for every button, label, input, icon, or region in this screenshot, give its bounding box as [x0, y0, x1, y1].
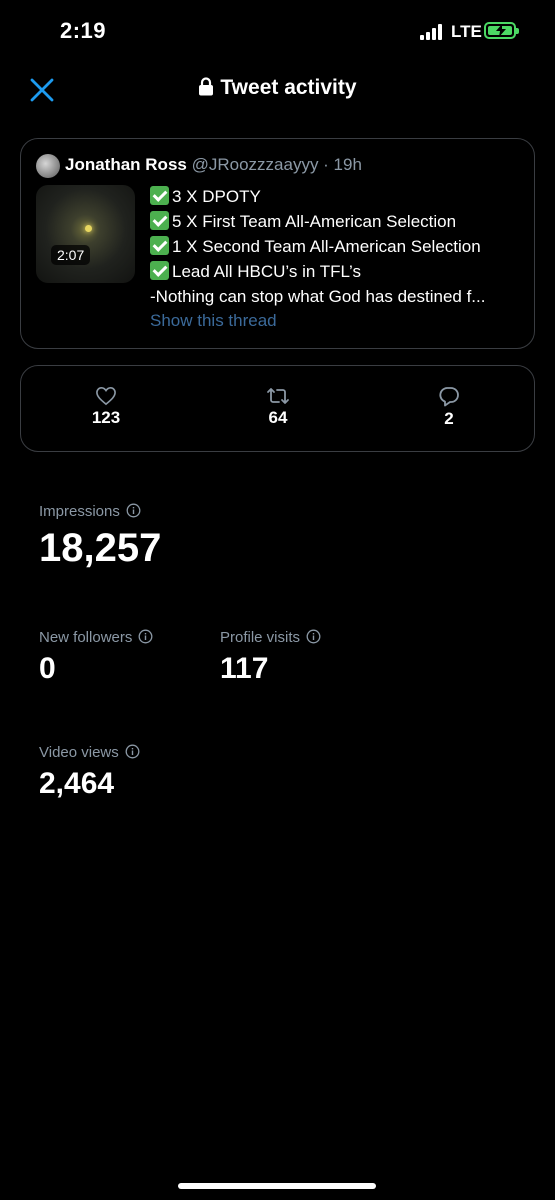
info-icon[interactable]	[125, 744, 140, 759]
impressions-metric: Impressions 18,257	[39, 503, 161, 571]
tweet-text: 3 X DPOTY 5 X First Team All-American Se…	[150, 184, 520, 309]
retweet-icon	[267, 388, 289, 404]
profile-visits-metric: Profile visits 117	[220, 629, 321, 686]
check-mark-icon	[150, 211, 169, 230]
info-icon[interactable]	[138, 629, 153, 644]
tweet-line: -Nothing can stop what God has destined …	[150, 287, 486, 306]
lock-icon	[199, 77, 214, 96]
show-thread-link[interactable]: Show this thread	[150, 311, 277, 331]
new-followers-value: 0	[39, 652, 56, 685]
impressions-value: 18,257	[39, 526, 162, 570]
retweets-count: 64	[268, 408, 288, 427]
tweet-card[interactable]: Jonathan Ross @JRoozzzaayyy · 19h 2:07 3…	[20, 138, 535, 349]
new-followers-label: New followers	[39, 629, 153, 646]
status-time: 2:19	[60, 18, 107, 43]
likes-stat[interactable]: 123	[66, 386, 146, 428]
likes-count: 123	[91, 408, 121, 427]
author-meta: @JRoozzzaayyy · 19h	[191, 155, 362, 174]
battery-charging-icon	[484, 22, 519, 39]
info-icon[interactable]	[126, 503, 141, 518]
avatar[interactable]	[36, 154, 60, 178]
network-type: LTE	[451, 22, 482, 41]
heart-icon	[96, 386, 116, 406]
retweets-stat[interactable]: 64	[238, 386, 318, 428]
replies-count: 2	[444, 409, 454, 428]
author-name[interactable]: Jonathan Ross	[65, 155, 187, 174]
check-mark-icon	[150, 261, 169, 280]
status-bar: 2:19 LTE	[0, 0, 555, 64]
impressions-label: Impressions	[39, 503, 161, 520]
page-title: Tweet activity	[0, 76, 555, 100]
profile-visits-label: Profile visits	[220, 629, 321, 646]
video-views-label: Video views	[39, 744, 140, 761]
new-followers-metric: New followers 0	[39, 629, 153, 686]
replies-stat[interactable]: 2	[409, 386, 489, 429]
tweet-line: 5 X First Team All-American Selection	[150, 209, 520, 234]
info-icon[interactable]	[306, 629, 321, 644]
check-mark-icon	[150, 236, 169, 255]
page-title-text: Tweet activity	[220, 76, 357, 99]
engagement-card: 123 64 2	[20, 365, 535, 452]
profile-visits-value: 117	[220, 652, 269, 685]
video-views-metric: Video views 2,464	[39, 744, 140, 801]
tweet-line: Lead All HBCU’s in TFL’s	[150, 259, 520, 284]
tweet-author: Jonathan Ross @JRoozzzaayyy · 19h	[65, 155, 362, 175]
signal-icon	[420, 24, 444, 40]
video-views-value: 2,464	[39, 767, 115, 800]
video-thumbnail[interactable]: 2:07	[36, 185, 135, 283]
home-indicator[interactable]	[178, 1183, 376, 1189]
tweet-line: 3 X DPOTY	[150, 184, 520, 209]
tweet-line: 1 X Second Team All-American Selection	[150, 234, 520, 259]
check-mark-icon	[150, 186, 169, 205]
reply-icon	[439, 387, 459, 407]
video-duration: 2:07	[51, 245, 91, 265]
